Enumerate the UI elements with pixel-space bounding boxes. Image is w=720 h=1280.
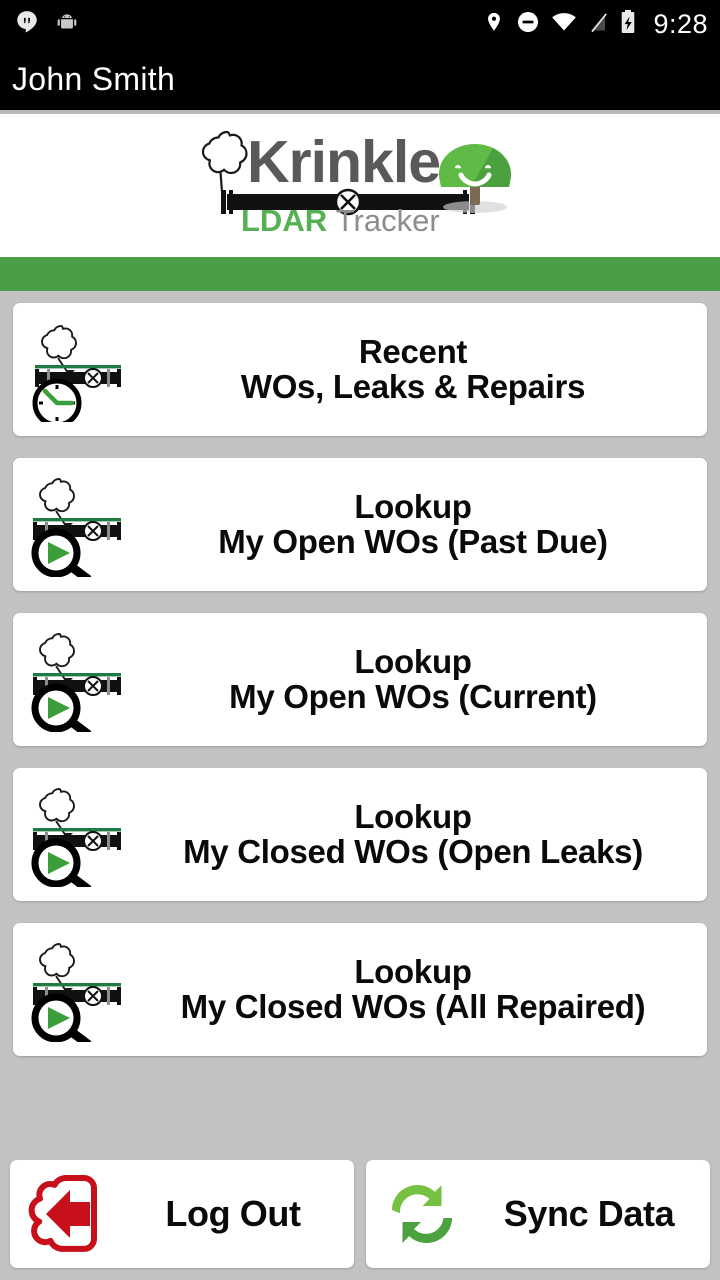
menu-card-closed-open-leaks[interactable]: Lookup My Closed WOs (Open Leaks)	[13, 768, 707, 901]
tree-icon	[431, 135, 519, 222]
menu-card-label: Lookup My Open WOs (Current)	[141, 642, 707, 715]
menu-card-recent[interactable]: Recent WOs, Leaks & Repairs	[13, 303, 707, 436]
sync-data-button[interactable]: Sync Data	[366, 1160, 710, 1268]
menu-card-line2: My Closed WOs (Open Leaks)	[183, 832, 643, 870]
menu-card-line2: My Open WOs (Past Due)	[218, 522, 608, 560]
menu-card-open-current[interactable]: Lookup My Open WOs (Current)	[13, 613, 707, 746]
wifi-icon	[551, 10, 577, 39]
menu-card-label: Lookup My Open WOs (Past Due)	[141, 487, 707, 560]
app-bar: John Smith	[0, 48, 720, 110]
leak-search-icon	[13, 938, 141, 1042]
logout-button-label: Log Out	[165, 1193, 301, 1234]
logo-band: Krinkle LDAR Tracker	[0, 114, 720, 257]
do-not-disturb-icon	[516, 10, 540, 39]
menu-card-line1: Lookup	[354, 797, 472, 835]
brand-divider-band	[0, 257, 720, 291]
status-bar: 9:28	[0, 0, 720, 48]
sync-data-button-label: Sync Data	[503, 1193, 675, 1234]
menu-card-line1: Lookup	[354, 952, 472, 990]
menu-card-line2: My Open WOs (Current)	[229, 677, 597, 715]
battery-charging-icon	[619, 9, 637, 40]
krinkle-logo: Krinkle LDAR Tracker	[195, 127, 525, 245]
page-title: John Smith	[12, 60, 176, 97]
status-bar-right-icons: 9:28	[483, 9, 708, 40]
hangouts-icon	[14, 9, 40, 40]
leak-search-icon	[13, 783, 141, 887]
logout-cloud-arrow-icon	[10, 1168, 122, 1260]
logo-subtitle-tracker: Tracker	[335, 202, 440, 238]
logo-subtitle-ldar: LDAR	[241, 202, 328, 238]
status-bar-left-icons	[14, 9, 80, 40]
menu-card-open-past-due[interactable]: Lookup My Open WOs (Past Due)	[13, 458, 707, 591]
logout-button[interactable]: Log Out	[10, 1160, 354, 1268]
menu-card-line1: Lookup	[354, 642, 472, 680]
leak-clock-icon	[13, 318, 141, 422]
signal-icon	[588, 10, 608, 39]
status-bar-clock: 9:28	[653, 8, 708, 39]
leak-search-icon	[13, 473, 141, 577]
sync-refresh-icon	[366, 1170, 478, 1258]
menu-card-line2: My Closed WOs (All Repaired)	[180, 987, 646, 1025]
menu-card-closed-all-repaired[interactable]: Lookup My Closed WOs (All Repaired)	[13, 923, 707, 1056]
menu-card-label: Lookup My Closed WOs (All Repaired)	[141, 952, 707, 1025]
app-screen: 9:28 John Smith Krinkle LDAR Tracker Rec…	[0, 0, 720, 1280]
logo-wordmark: Krinkle	[247, 128, 441, 195]
location-pin-icon	[483, 9, 505, 40]
logo-subtitle: LDAR Tracker	[241, 205, 440, 236]
menu-card-line2: WOs, Leaks & Repairs	[240, 367, 586, 405]
menu-card-label: Lookup My Closed WOs (Open Leaks)	[141, 797, 707, 870]
menu-card-list: Recent WOs, Leaks & Repairs Lookup My Op…	[0, 291, 720, 1056]
menu-card-line1: Recent	[358, 332, 468, 370]
bottom-action-bar: Log Out Sync Data	[0, 1160, 720, 1280]
menu-card-line1: Lookup	[354, 487, 472, 525]
leak-search-icon	[13, 628, 141, 732]
android-icon	[54, 9, 80, 40]
menu-card-label: Recent WOs, Leaks & Repairs	[141, 332, 707, 405]
